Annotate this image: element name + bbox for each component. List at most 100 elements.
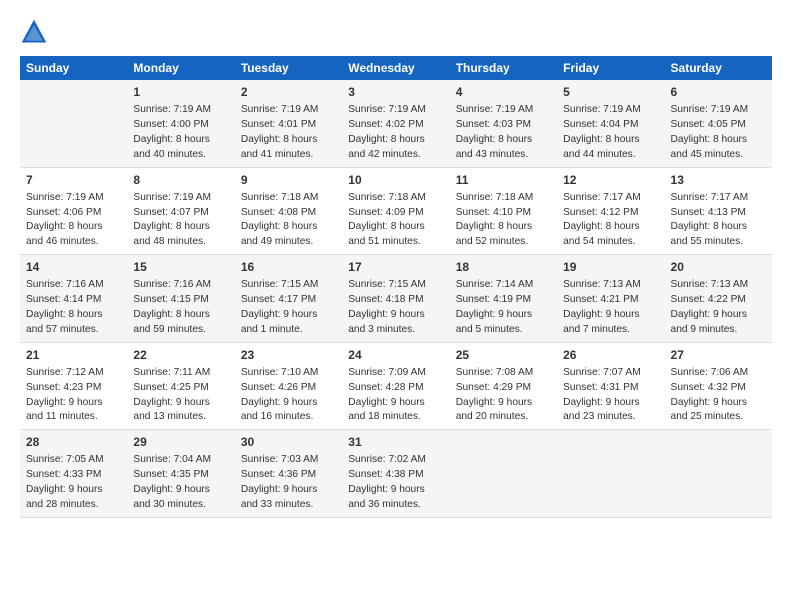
day-info-line: Sunrise: 7:05 AM	[26, 453, 121, 468]
day-number: 15	[133, 259, 228, 276]
day-info-line: and 25 minutes.	[671, 410, 766, 425]
day-info-line: and 46 minutes.	[26, 235, 121, 250]
day-info-line: Daylight: 8 hours	[133, 220, 228, 235]
day-cell: 19 Sunrise: 7:13 AMSunset: 4:21 PMDayligh…	[557, 255, 664, 343]
day-cell: 30Sunrise: 7:03 AMSunset: 4:36 PMDayligh…	[235, 430, 342, 518]
day-info-line: and 57 minutes.	[26, 323, 121, 338]
day-cell: 21Sunrise: 7:12 AMSunset: 4:23 PMDayligh…	[20, 342, 127, 430]
day-info-line: and 13 minutes.	[133, 410, 228, 425]
day-info-line: Sunset: 4:02 PM	[348, 118, 443, 133]
day-info-line: Sunrise: 7:13 AM	[563, 278, 658, 293]
day-cell: 2Sunrise: 7:19 AMSunset: 4:01 PMDaylight…	[235, 80, 342, 167]
header-cell-thursday: Thursday	[450, 56, 557, 80]
day-cell: 3Sunrise: 7:19 AMSunset: 4:02 PMDaylight…	[342, 80, 449, 167]
day-info-line: Sunset: 4:01 PM	[241, 118, 336, 133]
day-info-line: Sunset: 4:00 PM	[133, 118, 228, 133]
day-info-line: Sunrise: 7:09 AM	[348, 366, 443, 381]
day-info-line: Daylight: 8 hours	[671, 220, 766, 235]
day-info-line: Sunset: 4:21 PM	[563, 293, 658, 308]
day-info-line: Daylight: 8 hours	[133, 308, 228, 323]
day-info-line: Sunset: 4:23 PM	[26, 381, 121, 396]
logo	[20, 18, 52, 46]
day-info-line: and 49 minutes.	[241, 235, 336, 250]
day-info-line: Sunrise: 7:04 AM	[133, 453, 228, 468]
week-row-4: 21Sunrise: 7:12 AMSunset: 4:23 PMDayligh…	[20, 342, 772, 430]
day-info-line: and 55 minutes.	[671, 235, 766, 250]
header-cell-wednesday: Wednesday	[342, 56, 449, 80]
day-info-line: Daylight: 8 hours	[671, 133, 766, 148]
day-info-line: and 23 minutes.	[563, 410, 658, 425]
day-number: 5	[563, 84, 658, 101]
day-info-line: Daylight: 9 hours	[26, 396, 121, 411]
day-info-line: Daylight: 9 hours	[671, 308, 766, 323]
day-number: 13	[671, 172, 766, 189]
day-info-line: Sunset: 4:19 PM	[456, 293, 551, 308]
day-info-line: Sunrise: 7:19 AM	[241, 103, 336, 118]
day-cell: 18Sunrise: 7:14 AMSunset: 4:19 PMDayligh…	[450, 255, 557, 343]
day-info-line: Sunrise: 7:07 AM	[563, 366, 658, 381]
header-cell-saturday: Saturday	[665, 56, 772, 80]
day-number: 19	[563, 259, 658, 276]
day-info-line: Daylight: 9 hours	[133, 396, 228, 411]
header-cell-sunday: Sunday	[20, 56, 127, 80]
day-number: 10	[348, 172, 443, 189]
day-info-line: Sunrise: 7:14 AM	[456, 278, 551, 293]
day-info-line: Daylight: 8 hours	[241, 220, 336, 235]
week-row-1: 1Sunrise: 7:19 AMSunset: 4:00 PMDaylight…	[20, 80, 772, 167]
day-info-line: Daylight: 9 hours	[563, 308, 658, 323]
day-info-line: Daylight: 8 hours	[348, 133, 443, 148]
day-info-line: Daylight: 8 hours	[26, 220, 121, 235]
day-info-line: Daylight: 9 hours	[241, 483, 336, 498]
day-info-line: Sunset: 4:28 PM	[348, 381, 443, 396]
day-cell	[557, 430, 664, 518]
day-number: 12	[563, 172, 658, 189]
day-info-line: and 16 minutes.	[241, 410, 336, 425]
week-row-2: 7Sunrise: 7:19 AMSunset: 4:06 PMDaylight…	[20, 167, 772, 255]
day-info-line: Sunrise: 7:10 AM	[241, 366, 336, 381]
calendar-table: SundayMondayTuesdayWednesdayThursdayFrid…	[20, 56, 772, 518]
day-cell: 11Sunrise: 7:18 AMSunset: 4:10 PMDayligh…	[450, 167, 557, 255]
day-info-line: Sunrise: 7:15 AM	[241, 278, 336, 293]
day-info-line: Daylight: 9 hours	[348, 308, 443, 323]
day-number: 24	[348, 347, 443, 364]
day-info-line: Daylight: 8 hours	[563, 133, 658, 148]
logo-icon	[20, 18, 48, 46]
day-info-line: and 11 minutes.	[26, 410, 121, 425]
day-info-line: Sunset: 4:18 PM	[348, 293, 443, 308]
day-info-line: Sunrise: 7:19 AM	[456, 103, 551, 118]
day-info-line: Sunrise: 7:19 AM	[133, 191, 228, 206]
day-info-line: Daylight: 9 hours	[241, 396, 336, 411]
day-number: 18	[456, 259, 551, 276]
day-info-line: and 43 minutes.	[456, 148, 551, 163]
day-number: 27	[671, 347, 766, 364]
day-cell: 20Sunrise: 7:13 AMSunset: 4:22 PMDayligh…	[665, 255, 772, 343]
day-info-line: and 18 minutes.	[348, 410, 443, 425]
day-info-line: Sunset: 4:33 PM	[26, 468, 121, 483]
day-info-line: Sunrise: 7:16 AM	[26, 278, 121, 293]
day-info-line: Sunset: 4:13 PM	[671, 206, 766, 221]
day-info-line: Sunrise: 7:17 AM	[563, 191, 658, 206]
day-cell: 25Sunrise: 7:08 AMSunset: 4:29 PMDayligh…	[450, 342, 557, 430]
day-info-line: Sunset: 4:08 PM	[241, 206, 336, 221]
day-info-line: Sunset: 4:03 PM	[456, 118, 551, 133]
day-info-line: and 54 minutes.	[563, 235, 658, 250]
day-info-line: and 41 minutes.	[241, 148, 336, 163]
day-cell: 28Sunrise: 7:05 AMSunset: 4:33 PMDayligh…	[20, 430, 127, 518]
day-info-line: Sunset: 4:05 PM	[671, 118, 766, 133]
day-info-line: Sunset: 4:31 PM	[563, 381, 658, 396]
day-cell: 4Sunrise: 7:19 AMSunset: 4:03 PMDaylight…	[450, 80, 557, 167]
day-cell: 13Sunrise: 7:17 AMSunset: 4:13 PMDayligh…	[665, 167, 772, 255]
day-info-line: Sunset: 4:32 PM	[671, 381, 766, 396]
day-info-line: Daylight: 8 hours	[133, 133, 228, 148]
day-info-line: and 51 minutes.	[348, 235, 443, 250]
day-info-line: and 3 minutes.	[348, 323, 443, 338]
day-number: 26	[563, 347, 658, 364]
day-number: 25	[456, 347, 551, 364]
day-info-line: and 1 minute.	[241, 323, 336, 338]
day-info-line: and 42 minutes.	[348, 148, 443, 163]
header-cell-tuesday: Tuesday	[235, 56, 342, 80]
day-info-line: Sunrise: 7:18 AM	[348, 191, 443, 206]
day-cell: 8Sunrise: 7:19 AMSunset: 4:07 PMDaylight…	[127, 167, 234, 255]
day-cell: 1Sunrise: 7:19 AMSunset: 4:00 PMDaylight…	[127, 80, 234, 167]
day-info-line: Sunrise: 7:19 AM	[348, 103, 443, 118]
